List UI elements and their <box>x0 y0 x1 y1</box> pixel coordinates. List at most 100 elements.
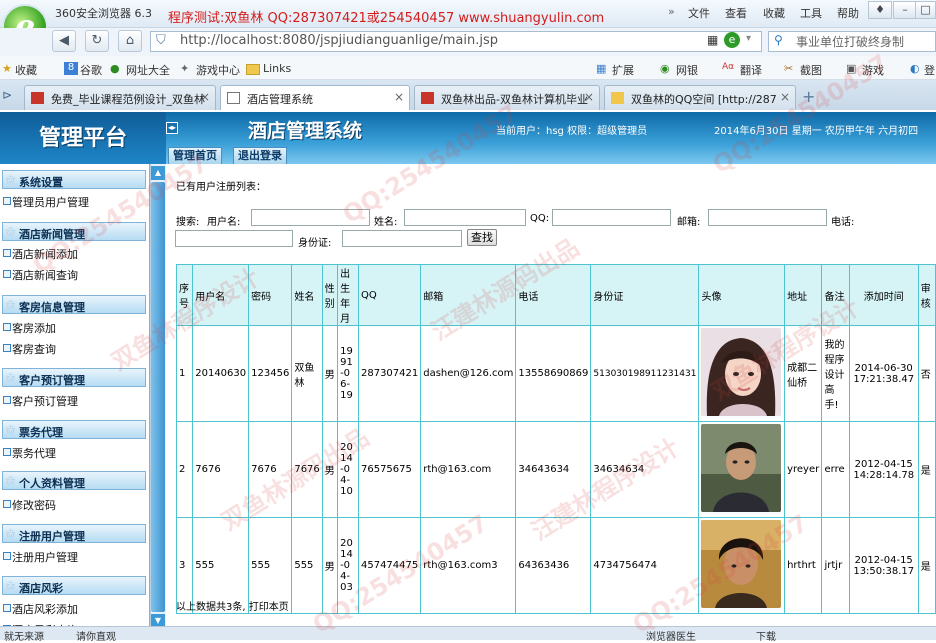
column-header: 备注 <box>821 264 850 326</box>
maximize-icon[interactable]: □ <box>915 1 936 19</box>
cell-phone: 13558690869 <box>515 325 592 422</box>
menu-file[interactable]: 文件 <box>688 5 710 21</box>
sidebar-item-booking[interactable]: 客户预订管理 <box>2 393 78 409</box>
tab-logout[interactable]: 退出登录 <box>233 147 287 164</box>
cell-audit: 否 <box>917 325 936 422</box>
tab-qq-space[interactable]: 双鱼林的QQ空间 [http://287 × <box>604 85 796 110</box>
sidebar-toggle-icon[interactable]: ⊳ <box>2 88 12 102</box>
search-label: 搜索: <box>176 217 200 228</box>
column-header: 添加时间 <box>848 264 919 326</box>
menu-view[interactable]: 查看 <box>725 5 747 21</box>
menu-expand-icon[interactable]: » <box>668 5 675 18</box>
cell-added: 2014-06-30 17:21:38.47 <box>848 325 919 422</box>
qq-input[interactable] <box>552 209 671 226</box>
toolbar-bank[interactable]: 网银 <box>676 62 698 78</box>
engine-icon[interactable]: e <box>724 32 740 48</box>
home-icon[interactable]: ⌂ <box>118 30 142 52</box>
avatar-image <box>701 328 782 416</box>
qrcode-icon[interactable]: ▦ <box>707 33 718 47</box>
bookmark-links[interactable]: Links <box>263 62 291 75</box>
search-icon[interactable]: ⚲ <box>774 33 783 47</box>
tab-course-design[interactable]: 免费_毕业课程范例设计_双鱼林 × <box>24 85 216 110</box>
toolbar-screenshot[interactable]: 截图 <box>800 62 822 78</box>
star-icon: ✩ <box>6 527 16 540</box>
idcard-input[interactable] <box>342 230 462 247</box>
menu-favorites[interactable]: 收藏 <box>763 5 785 21</box>
sidebar-item-room-add[interactable]: 客房添加 <box>2 320 56 336</box>
sidebar-item-room-query[interactable]: 客房查询 <box>2 341 56 357</box>
sidebar-section-news[interactable]: ✩ 酒店新闻管理 <box>2 222 146 241</box>
refresh-icon[interactable]: ↻ <box>85 30 109 52</box>
search-button[interactable]: 查找 <box>467 229 497 246</box>
cell-audit: 是 <box>917 517 936 614</box>
sidebar-item-news-query[interactable]: 酒店新闻查询 <box>2 267 78 283</box>
menu-help[interactable]: 帮助 <box>837 5 859 21</box>
toolbar-games[interactable]: 游戏 <box>862 62 884 78</box>
table-header-row: 序号 用户名 密码 姓名 性别 出生年月 QQ 邮箱 电话 身份证 头像 地址 … <box>175 264 936 326</box>
bookmark-google[interactable]: 谷歌 <box>80 62 102 78</box>
new-tab-icon[interactable]: + <box>802 87 815 106</box>
sidebar-section-users[interactable]: ✩ 注册用户管理 <box>2 524 146 543</box>
cell-avatar <box>698 517 786 614</box>
dropdown-icon[interactable]: ▾ <box>746 33 751 44</box>
sidebar-item-tickets[interactable]: 票务代理 <box>2 445 56 461</box>
sidebar-item-gallery-add[interactable]: 酒店风彩添加 <box>2 601 78 617</box>
close-icon[interactable]: × <box>394 90 404 104</box>
close-icon[interactable]: × <box>584 90 594 104</box>
table-footer[interactable]: 以上数据共3条, 打印本页 <box>176 598 289 613</box>
email-label: 邮箱: <box>677 217 701 228</box>
tab-shuangyulin[interactable]: 双鱼林出品-双鱼林计算机毕业 × <box>414 85 600 110</box>
cell-audit: 是 <box>917 421 936 518</box>
menu-tools[interactable]: 工具 <box>800 5 822 21</box>
toolbar-login[interactable]: 登 <box>924 62 935 78</box>
search-suggestion[interactable]: 事业单位打破终身制 <box>796 33 904 50</box>
column-header: 审核 <box>917 264 936 326</box>
sidebar-item-admin-users[interactable]: 管理员用户管理 <box>2 194 89 210</box>
column-header: 电话 <box>515 264 592 326</box>
tab-hotel-system[interactable]: 酒店管理系统 × <box>220 85 410 110</box>
tab-admin-home[interactable]: 管理首页 <box>168 147 222 164</box>
sidebar-section-tickets[interactable]: ✩ 票务代理 <box>2 420 146 439</box>
section-title: 客房信息管理 <box>19 301 85 314</box>
avatar-image <box>701 520 782 608</box>
status-download[interactable]: 下载 <box>756 628 776 643</box>
skin-icon[interactable]: ♦ <box>868 1 892 19</box>
scroll-up-icon[interactable]: ▲ <box>151 166 165 180</box>
minimize-icon[interactable]: – <box>893 1 917 19</box>
close-icon[interactable]: × <box>200 90 210 104</box>
bookmark-games[interactable]: 游戏中心 <box>196 62 240 78</box>
sidebar-section-system[interactable]: ✩ 系统设置 <box>2 170 146 189</box>
column-header: 出生年月 <box>337 264 359 326</box>
collapse-icon[interactable]: ◂▸ <box>166 122 178 134</box>
column-header: 头像 <box>698 264 786 326</box>
sidebar-item-news-add[interactable]: 酒店新闻添加 <box>2 246 78 262</box>
system-title: 酒店管理系统 <box>248 120 363 142</box>
status-doctor[interactable]: 浏览器医生 <box>646 628 696 643</box>
username-input[interactable] <box>251 209 370 226</box>
phone-input[interactable] <box>175 230 293 247</box>
sidebar-section-rooms[interactable]: ✩ 客房信息管理 <box>2 295 146 314</box>
sidebar-item-password[interactable]: 修改密码 <box>2 497 56 513</box>
email-input[interactable] <box>708 209 827 226</box>
column-header: 性别 <box>321 264 339 326</box>
close-icon[interactable]: × <box>780 90 790 104</box>
cell-address: 成都二仙桥 <box>784 325 823 422</box>
sidebar-section-gallery[interactable]: ✩ 酒店风彩 <box>2 576 146 595</box>
back-icon[interactable]: ◀ <box>52 30 76 52</box>
scroll-thumb[interactable] <box>151 182 165 612</box>
bookmark-sites[interactable]: 网址大全 <box>126 62 170 78</box>
sidebar-section-profile[interactable]: ✩ 个人资料管理 <box>2 471 146 490</box>
table-row: 1 20140630 123456 双鱼林 男 1991-06-19 28730… <box>175 325 936 422</box>
name-input[interactable] <box>404 209 526 226</box>
toolbar-translate[interactable]: 翻译 <box>740 62 762 78</box>
cell-email: dashen@126.com <box>420 325 517 422</box>
cell-birth: 2014-04-10 <box>337 421 359 518</box>
sidebar-item-users[interactable]: 注册用户管理 <box>2 549 78 565</box>
toolbar-extensions[interactable]: 扩展 <box>612 62 634 78</box>
cell-birth: 1991-06-19 <box>337 325 359 422</box>
tab-label: 双鱼林出品-双鱼林计算机毕业 <box>441 93 588 106</box>
sidebar-section-booking[interactable]: ✩ 客户预订管理 <box>2 368 146 387</box>
bookmark-favorites[interactable]: 收藏 <box>15 62 37 78</box>
cell-gender: 男 <box>321 325 339 422</box>
section-title: 票务代理 <box>19 426 63 439</box>
